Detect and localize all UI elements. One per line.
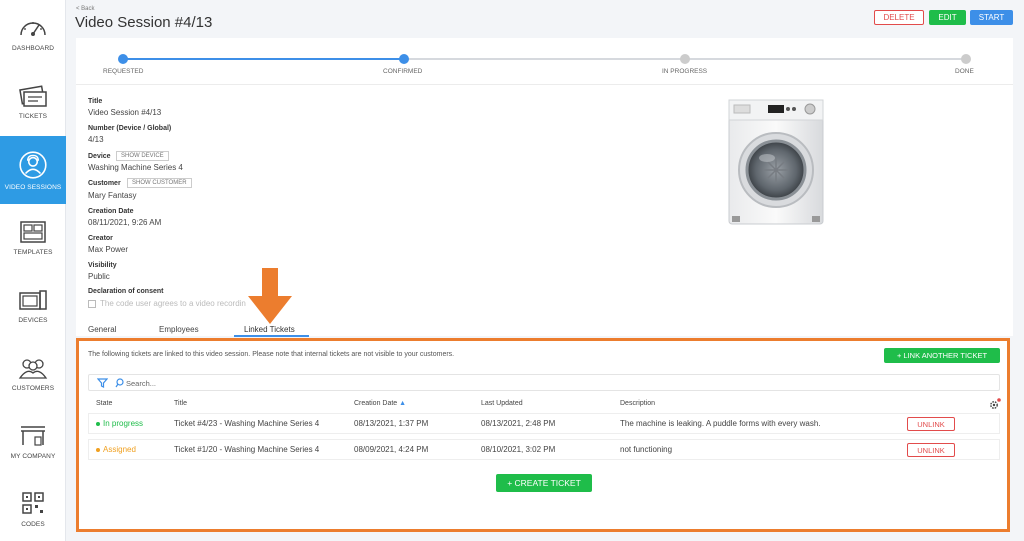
unlink-button[interactable]: UNLINK <box>907 443 955 457</box>
column-header-label: Creation Date <box>354 400 398 407</box>
sidebar-item-label: CUSTOMERS <box>11 384 55 392</box>
step-dot-in-progress <box>680 54 690 64</box>
creator-value: Max Power <box>88 245 129 254</box>
sidebar-item-video-sessions[interactable]: VIDEO SESSIONS <box>0 136 66 204</box>
unlink-button[interactable]: UNLINK <box>907 417 955 431</box>
delete-button[interactable]: DELETE <box>874 10 924 25</box>
row-description: The machine is leaking. A puddle forms w… <box>620 419 821 428</box>
tab-general[interactable]: General <box>88 325 116 334</box>
tickets-icon <box>19 84 47 107</box>
customers-icon <box>18 358 48 379</box>
step-dot-done <box>961 54 971 64</box>
creation-date-label: Creation Date <box>88 208 134 215</box>
sidebar-item-my-company[interactable]: MY COMPANY <box>0 408 66 474</box>
creation-date-value: 08/11/2021, 9:26 AM <box>88 218 162 227</box>
tab-linked-tickets[interactable]: Linked Tickets <box>244 325 295 334</box>
status-label: In progress <box>103 419 144 428</box>
sidebar-item-label: CODES <box>21 520 45 528</box>
sidebar-item-customers[interactable]: CUSTOMERS <box>0 340 66 406</box>
step-dot-confirmed <box>399 54 409 64</box>
column-header-creation-date[interactable]: Creation Date ▲ <box>354 400 406 407</box>
sidebar-item-label: TEMPLATES <box>13 248 53 256</box>
codes-icon <box>22 491 44 514</box>
show-customer-button[interactable]: SHOW CUSTOMER <box>127 178 192 188</box>
my-company-icon <box>21 425 45 446</box>
customer-label: Customer <box>88 180 121 187</box>
create-ticket-button[interactable]: + CREATE TICKET <box>496 474 592 492</box>
templates-icon <box>20 220 46 243</box>
sidebar-item-label: DEVICES <box>18 316 48 324</box>
row-created: 08/09/2021, 4:24 PM <box>354 445 429 454</box>
sort-ascending-icon: ▲ <box>399 400 407 407</box>
row-title[interactable]: Ticket #4/23 - Washing Machine Series 4 <box>174 419 319 428</box>
linked-tickets-panel <box>76 338 1010 532</box>
edit-button[interactable]: EDIT <box>929 10 966 25</box>
step-label-in-progress: IN PROGRESS <box>662 68 708 75</box>
number-label: Number (Device / Global) <box>88 125 172 132</box>
customer-value: Mary Fantasy <box>88 191 137 200</box>
device-value: Washing Machine Series 4 <box>88 163 183 172</box>
search-bar[interactable]: Search... <box>88 374 1000 391</box>
row-state: Assigned <box>96 445 136 454</box>
sidebar-item-tickets[interactable]: TICKETS <box>0 68 66 134</box>
sidebar-item-templates[interactable]: TEMPLATES <box>0 204 66 270</box>
linked-tickets-info: The following tickets are linked to this… <box>88 351 455 358</box>
device-label: Device <box>88 153 111 160</box>
title-value: Video Session #4/13 <box>88 108 162 117</box>
arrow-down-icon <box>248 268 292 324</box>
filter-icon[interactable] <box>97 378 108 388</box>
devices-icon <box>19 289 47 310</box>
creator-label: Creator <box>88 235 113 242</box>
dashboard-icon <box>20 21 46 36</box>
step-label-confirmed: CONFIRMED <box>383 68 423 75</box>
status-label: Assigned <box>103 445 136 454</box>
step-label-done: DONE <box>955 68 974 75</box>
row-updated: 08/10/2021, 3:02 PM <box>481 445 556 454</box>
video-sessions-icon <box>19 150 47 179</box>
search-input[interactable]: Search... <box>126 379 156 388</box>
step-label-requested: REQUESTED <box>103 68 144 75</box>
progress-track-completed <box>122 58 404 60</box>
consent-checkbox[interactable] <box>88 299 96 308</box>
visibility-label: Visibility <box>88 262 117 269</box>
link-another-ticket-button[interactable]: + LINK ANOTHER TICKET <box>884 348 1000 363</box>
divider <box>76 84 1013 85</box>
sidebar-item-codes[interactable]: CODES <box>0 476 66 541</box>
sidebar-item-label: VIDEO SESSIONS <box>4 183 62 191</box>
tab-employees[interactable]: Employees <box>159 325 199 334</box>
visibility-value: Public <box>88 272 110 281</box>
column-header-description[interactable]: Description <box>620 400 655 407</box>
column-header-title[interactable]: Title <box>174 400 187 407</box>
row-state: In progress <box>96 419 143 428</box>
step-dot-requested <box>118 54 128 64</box>
column-header-state[interactable]: State <box>96 400 112 407</box>
page-title: Video Session #4/13 <box>75 14 213 31</box>
row-title[interactable]: Ticket #1/20 - Washing Machine Series 4 <box>174 445 319 454</box>
consent-checkbox-row[interactable]: The code user agrees to a video recordin <box>88 299 246 308</box>
column-settings-icon[interactable] <box>989 398 1001 410</box>
sidebar-item-dashboard[interactable]: DASHBOARD <box>0 0 66 66</box>
title-label: Title <box>88 98 103 105</box>
number-value: 4/13 <box>88 135 104 144</box>
status-dot <box>96 421 100 426</box>
back-link[interactable]: < Back <box>76 6 95 12</box>
sidebar-item-label: DASHBOARD <box>11 44 55 52</box>
consent-label: Declaration of consent <box>88 288 164 295</box>
sidebar-item-label: TICKETS <box>18 112 48 120</box>
sidebar-item-devices[interactable]: DEVICES <box>0 272 66 338</box>
active-tab-indicator <box>234 335 309 337</box>
session-card <box>76 38 1013 336</box>
washing-machine-image <box>728 99 824 225</box>
show-device-button[interactable]: SHOW DEVICE <box>116 151 169 161</box>
row-created: 08/13/2021, 1:37 PM <box>354 419 429 428</box>
status-dot <box>96 447 100 452</box>
consent-text: The code user agrees to a video recordin <box>100 299 246 308</box>
sidebar: DASHBOARD TICKETS VIDEO SESSIONS TEMPLAT… <box>0 0 66 541</box>
start-button[interactable]: START <box>970 10 1013 25</box>
row-description: not functioning <box>620 445 673 454</box>
row-updated: 08/13/2021, 2:48 PM <box>481 419 556 428</box>
search-icon <box>115 378 124 388</box>
column-header-last-updated[interactable]: Last Updated <box>481 400 523 407</box>
sidebar-item-label: MY COMPANY <box>10 452 56 460</box>
